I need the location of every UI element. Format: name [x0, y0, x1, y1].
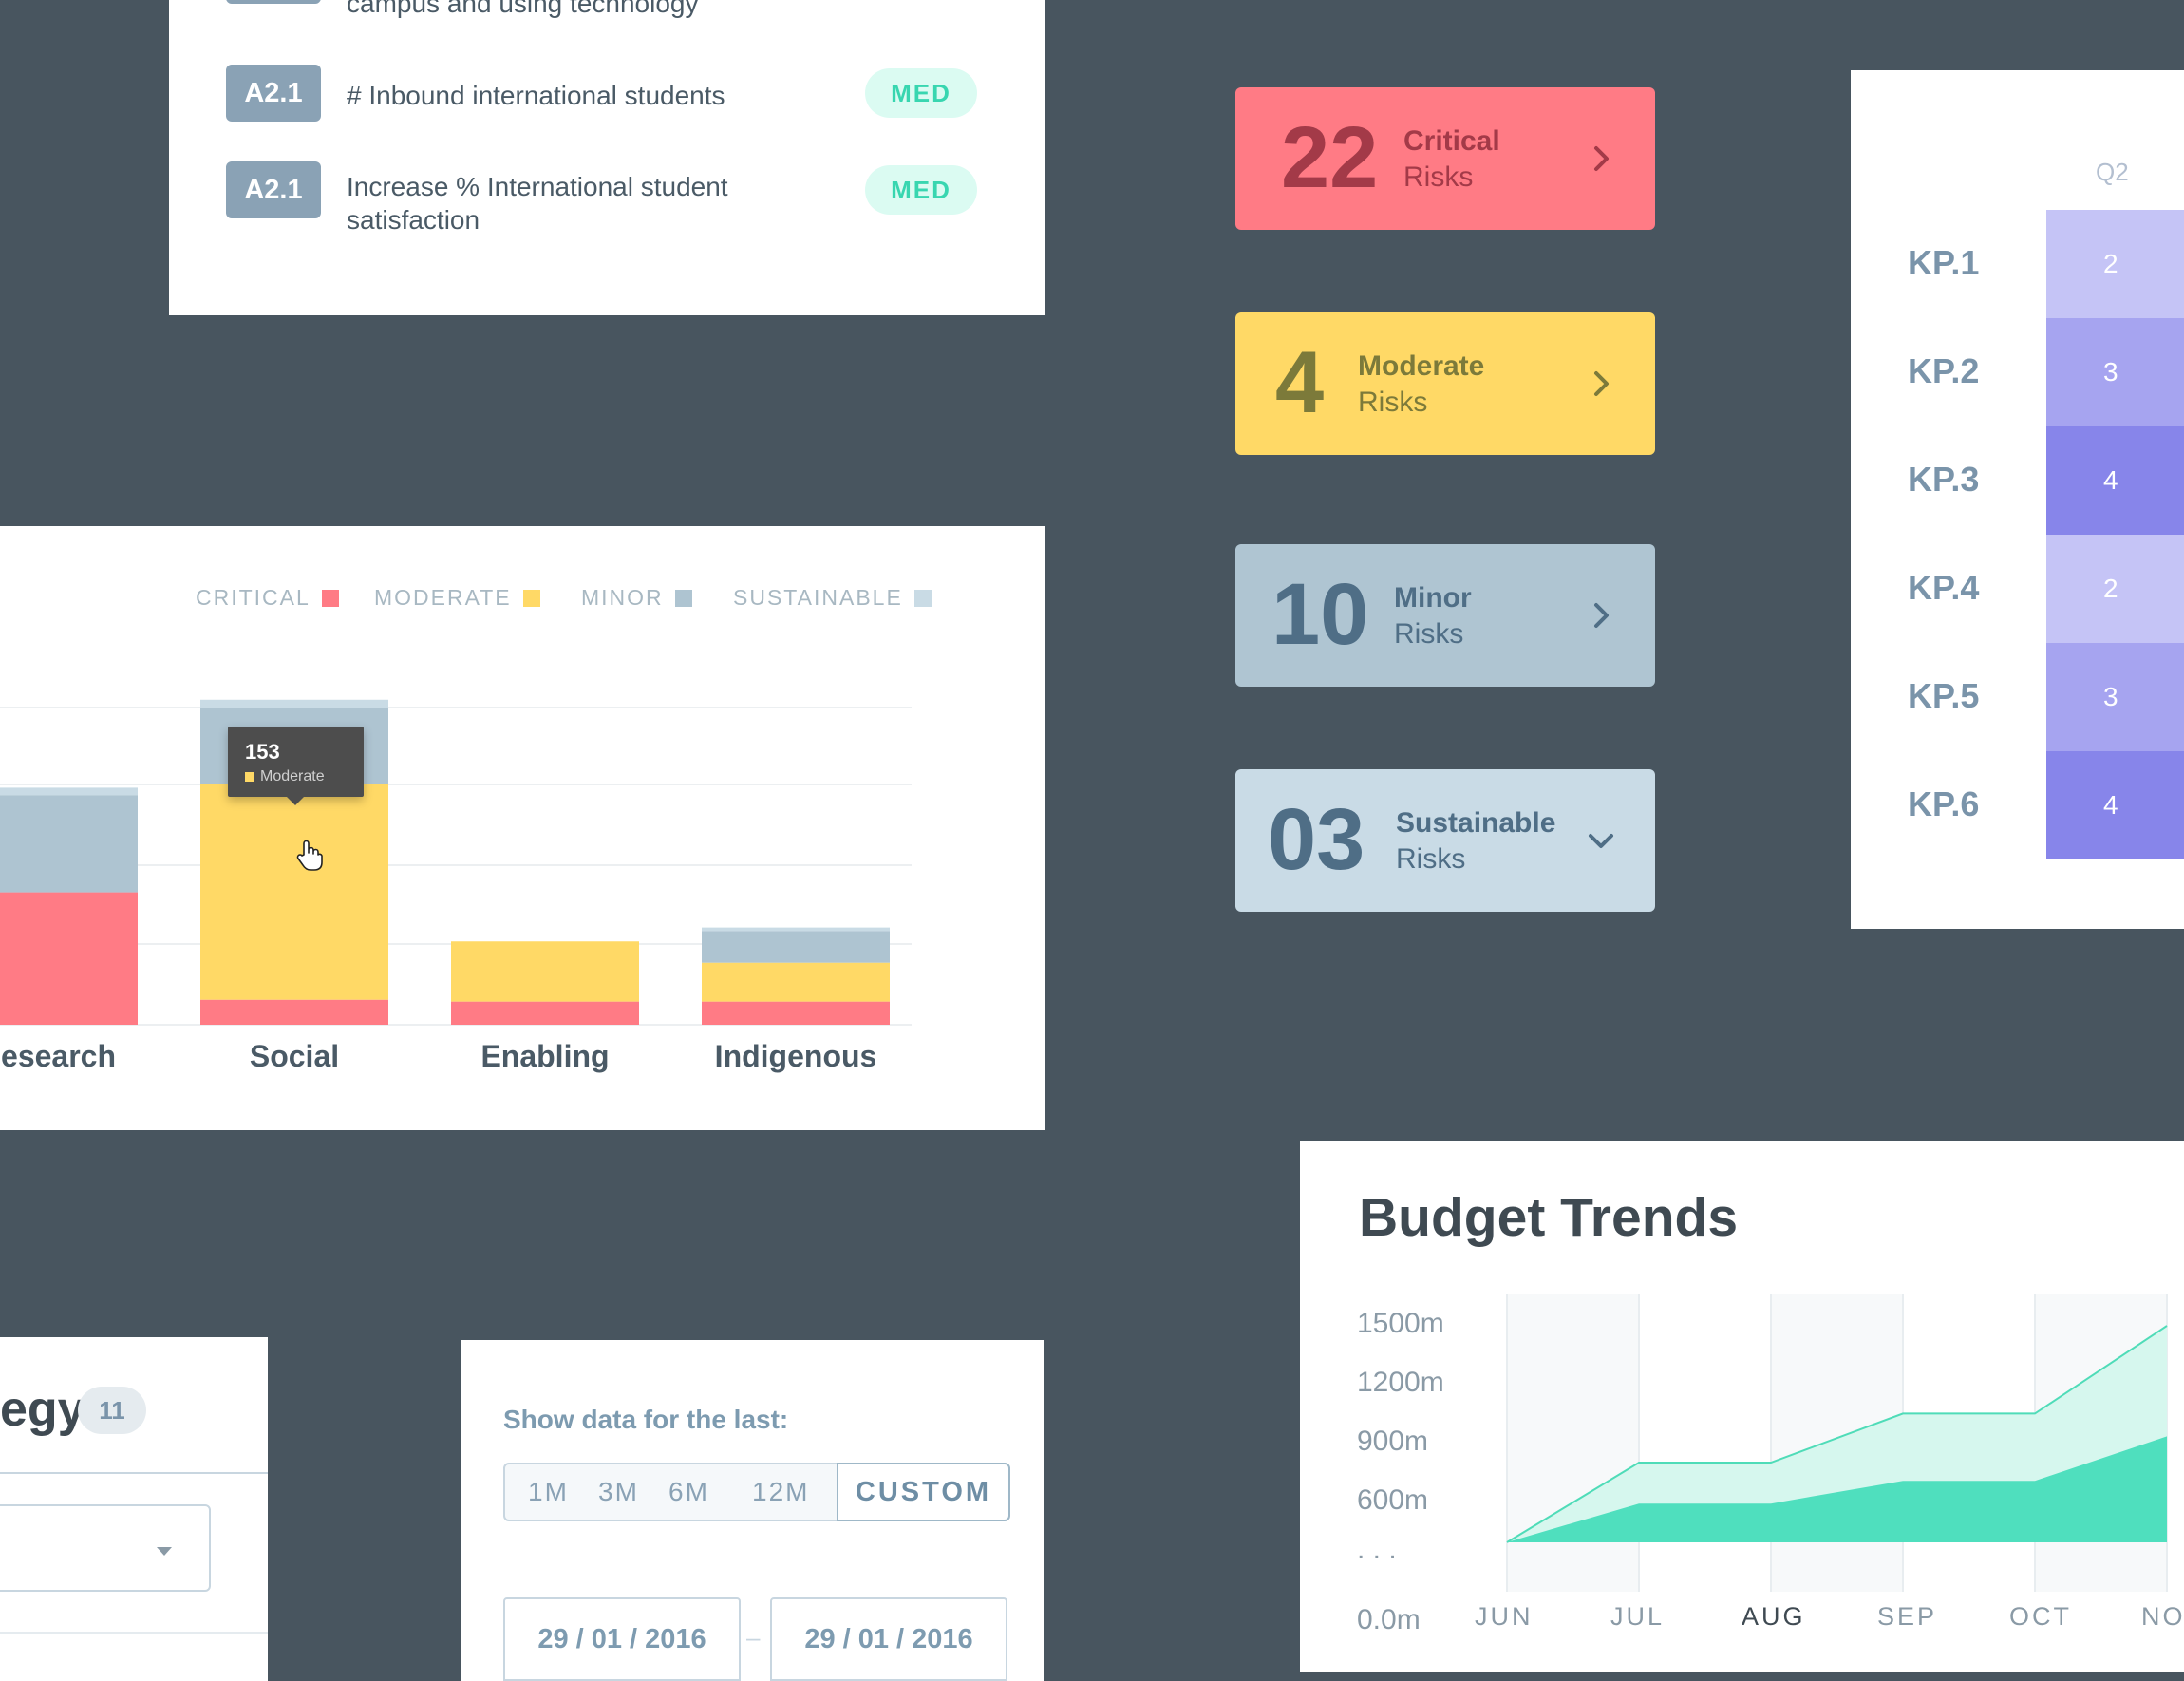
strategy-divider	[0, 1632, 268, 1634]
sustainable-risks-card[interactable]: 03 Sustainable Risks	[1235, 769, 1655, 912]
bar-segment	[0, 892, 138, 1025]
heatmap-cell[interactable]: 4	[2046, 751, 2184, 859]
tooltip-value: 153	[245, 740, 280, 764]
strategy-title: egy	[0, 1382, 85, 1437]
caret-down-icon	[157, 1547, 172, 1556]
bar-segment	[702, 931, 890, 963]
column-band	[1507, 1294, 1639, 1592]
category-label: esearch	[1, 1039, 116, 1073]
end-date-input[interactable]: 29 / 01 / 2016	[770, 1597, 1007, 1681]
kp-label: KP.3	[1908, 460, 1980, 499]
critical-risks-card[interactable]: 22 Critical Risks	[1235, 87, 1655, 230]
x-axis-tick: AUG	[1742, 1602, 1806, 1631]
chevron-down-icon	[1589, 834, 1613, 848]
risk-bar-chart-card: CRITICAL MODERATE MINOR SUSTAINABLE esea…	[0, 526, 1045, 1130]
kpi-list-card: campus and using technology A2.1 # Inbou…	[169, 0, 1045, 315]
range-option-1m[interactable]: 1M	[528, 1464, 569, 1520]
bar-segment	[0, 795, 138, 893]
heatmap-cell[interactable]: 2	[2046, 210, 2184, 318]
bar-segment	[0, 787, 138, 796]
kpi-text: # Inbound international students	[347, 81, 725, 110]
bar-segment	[451, 941, 639, 1002]
date-range-card: Show data for the last: 1M 3M 6M 12M CUS…	[461, 1340, 1044, 1681]
risk-label: Sustainable	[1396, 807, 1556, 839]
bar-segment	[702, 1001, 890, 1025]
x-axis-tick: SEP	[1877, 1602, 1938, 1631]
kpi-code: A2.1	[226, 65, 321, 122]
bar-segment	[200, 784, 388, 1000]
date-separator: –	[746, 1623, 761, 1652]
kp-label: KP.2	[1908, 351, 1980, 390]
risk-count: 22	[1281, 109, 1379, 206]
bar-segment	[702, 927, 890, 932]
range-option-3m[interactable]: 3M	[598, 1464, 639, 1520]
budget-area-chart	[1506, 1294, 2184, 1592]
x-axis-tick: OCT	[2009, 1602, 2072, 1631]
chart-tooltip: 153 Moderate	[228, 727, 364, 805]
priority-badge: MED	[865, 165, 977, 215]
quarter-header: Q2	[2096, 158, 2129, 186]
strategy-card: egy 11	[0, 1337, 268, 1681]
range-option-12m[interactable]: 12M	[752, 1464, 809, 1520]
bar-segment	[451, 1001, 639, 1025]
start-date-input[interactable]: 29 / 01 / 2016	[503, 1597, 741, 1681]
category-label: Enabling	[480, 1039, 610, 1073]
kpi-list-partial-text: campus and using technology	[347, 0, 699, 18]
kpi-text: Increase % International student satisfa…	[347, 172, 728, 235]
risk-sublabel: Risks	[1358, 387, 1428, 418]
minor-risks-card[interactable]: 10 Minor Risks	[1235, 544, 1655, 687]
range-segmented-control: 1M 3M 6M 12M CUSTOM	[503, 1463, 1010, 1521]
kpi-list-partial-code	[226, 0, 321, 4]
x-axis-tick: JUN	[1475, 1602, 1534, 1631]
category-label: Social	[249, 1039, 340, 1073]
budget-trends-card: Budget Trends 1500m 1200m 900m 600m . . …	[1300, 1141, 2184, 1672]
heatmap-cell[interactable]: 3	[2046, 318, 2184, 426]
heatmap-cell[interactable]: 4	[2046, 426, 2184, 535]
x-axis-tick: JUL	[1610, 1602, 1666, 1631]
heatmap-cell[interactable]: 2	[2046, 535, 2184, 643]
category-label: Indigenous	[714, 1039, 877, 1073]
kp-label: KP.1	[1908, 243, 1980, 282]
chevron-right-icon	[1594, 371, 1609, 396]
kpi-code: A2.1	[226, 161, 321, 218]
chevron-right-icon	[1594, 146, 1609, 171]
priority-badge: MED	[865, 68, 977, 118]
risk-label: Critical	[1403, 125, 1500, 157]
risk-sublabel: Risks	[1396, 843, 1466, 875]
kp-label: KP.5	[1908, 676, 1980, 715]
range-label: Show data for the last:	[503, 1405, 789, 1434]
bar-segment	[702, 962, 890, 1002]
strategy-divider	[0, 1472, 268, 1474]
risk-label: Minor	[1394, 582, 1472, 614]
risk-sublabel: Risks	[1394, 618, 1464, 650]
hand-cursor-icon	[296, 840, 323, 871]
range-option-6m[interactable]: 6M	[668, 1464, 709, 1520]
chevron-right-icon	[1594, 603, 1609, 628]
risk-count: 03	[1268, 791, 1365, 888]
bar-segment	[200, 999, 388, 1025]
bar-segment	[200, 699, 388, 708]
tooltip-label: Moderate	[245, 768, 325, 785]
heatmap-cell[interactable]: 3	[2046, 643, 2184, 751]
strategy-dropdown[interactable]	[0, 1504, 211, 1592]
tooltip-swatch	[245, 772, 254, 782]
range-option-custom[interactable]: CUSTOM	[837, 1463, 1010, 1521]
kp-label: KP.6	[1908, 784, 1980, 823]
risk-count: 4	[1275, 334, 1325, 431]
x-axis-tick: NOV	[2141, 1602, 2184, 1631]
risk-count: 10	[1271, 566, 1369, 663]
kp-heatmap-card: Q2 KP.1 2 KP.2 3 KP.3 4 KP.4 2 KP.5 3 KP…	[1851, 70, 2184, 929]
strategy-count-badge: 11	[78, 1387, 146, 1434]
moderate-risks-card[interactable]: 4 Moderate Risks	[1235, 312, 1655, 455]
kp-label: KP.4	[1908, 568, 1980, 607]
risk-sublabel: Risks	[1403, 161, 1474, 193]
risk-label: Moderate	[1358, 350, 1485, 382]
